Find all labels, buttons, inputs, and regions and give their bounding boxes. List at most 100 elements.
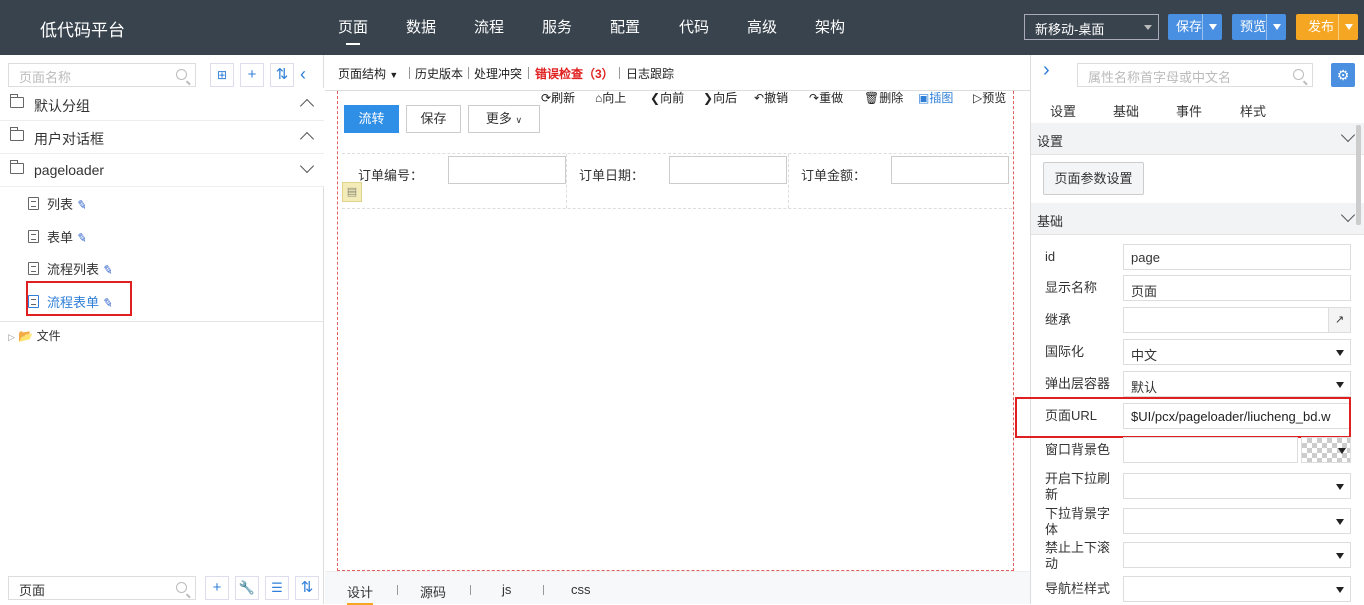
tool-delete[interactable]: 🗑删除 [864,89,903,106]
tab-css[interactable]: css [571,582,591,597]
link-arrow-icon[interactable]: ↗ [1328,308,1350,332]
flow-button[interactable]: 流转 [344,105,399,133]
inherit-input[interactable]: ↗ [1123,307,1351,333]
pull-bg-font-select[interactable] [1123,508,1351,534]
tab-style[interactable]: 样式 [1240,101,1266,120]
edit-icon[interactable]: ✎ [76,197,88,213]
separator [528,67,529,79]
edit-icon[interactable]: ✎ [76,230,88,246]
nav-item-config[interactable]: 配置 [610,16,640,37]
tool-undo[interactable]: ↶撤销 [754,89,788,106]
chevron-down-icon[interactable] [299,158,315,174]
nav-item-flow[interactable]: 流程 [474,16,504,37]
conflict-link[interactable]: 处理冲突 [474,65,522,82]
tool-refresh[interactable]: ⟳刷新 [541,89,575,106]
id-input[interactable]: page [1123,244,1351,270]
tool-redo[interactable]: ↷重做 [809,89,843,106]
publish-button[interactable]: 发布 [1296,14,1358,40]
add-page-button[interactable]: + [240,63,264,87]
form-save-button[interactable]: 保存 [406,105,461,133]
section-basic[interactable]: 基础 [1031,203,1364,235]
chevron-down-icon[interactable] [1340,207,1356,223]
caret-right-icon: ▷ [8,332,15,342]
order-no-input[interactable] [448,156,566,184]
page-params-button[interactable]: 页面参数设置 [1043,162,1144,195]
tab-settings[interactable]: 设置 [1050,101,1076,120]
group-user-dialog[interactable]: 用户对话框 [0,121,324,154]
preview-dropdown-icon[interactable] [1266,14,1286,40]
list-order-icon: ☰ [271,580,283,595]
add-folder-button[interactable]: ⊞ [210,63,234,87]
gear-icon[interactable]: ⚙ [1331,63,1355,87]
tool-backward[interactable]: ❯向后 [703,89,737,106]
prop-disable-scroll: 禁止上下滚动 [1031,539,1364,575]
tab-events[interactable]: 事件 [1176,101,1202,120]
pull-refresh-select[interactable] [1123,473,1351,499]
section-settings[interactable]: 设置 [1031,123,1364,155]
add-button[interactable]: + [205,576,229,600]
folder-files[interactable]: ▷ 📂 文件 [8,327,61,344]
preview-button[interactable]: 预览 [1232,14,1286,40]
bottom-search-input[interactable]: 页面 [8,576,196,600]
separator [619,67,620,79]
publish-dropdown-icon[interactable] [1338,14,1358,40]
navbar-style-select[interactable] [1123,576,1351,602]
nav-item-data[interactable]: 数据 [406,16,436,37]
sort-button[interactable]: ⇅ [270,63,294,87]
sort-icon: ⇅ [300,579,314,596]
prop-label: 继承 [1045,312,1072,327]
tool-preview[interactable]: ▷预览 [973,89,1006,106]
tab-source[interactable]: 源码 [420,582,446,601]
search-icon [176,582,187,593]
window-bg-input[interactable] [1123,437,1298,463]
order-amount-input[interactable] [891,156,1009,184]
nav-item-service[interactable]: 服务 [542,16,572,37]
save-dropdown-icon[interactable] [1202,14,1222,40]
i18n-select[interactable]: 中文 [1123,339,1351,365]
nav-item-page[interactable]: 页面 [338,16,368,45]
group-default[interactable]: 默认分组 [0,88,324,121]
disable-scroll-select[interactable] [1123,542,1351,568]
error-check-link[interactable]: 错误检查（3） [535,65,614,82]
chevron-down-icon[interactable] [1340,127,1356,143]
page-label: 列表 [47,197,74,212]
nav-item-advanced[interactable]: 高级 [747,16,777,37]
design-canvas[interactable]: ⟳刷新 ⌂向上 ❮向前 ❯向后 ↶撤销 ↷重做 🗑删除 ▣插图 ▷预览 流转 保… [337,91,1014,571]
property-search-placeholder: 属性名称首字母或中文名 [1088,70,1232,85]
more-button[interactable]: 更多 ∨ [468,105,540,133]
tool-up[interactable]: ⌂向上 [595,89,626,106]
sort-bottom-button[interactable]: ⇅ [295,576,319,600]
page-label: 表单 [47,230,74,245]
popup-container-select[interactable]: 默认 [1123,371,1351,397]
tab-js[interactable]: js [502,582,511,597]
page-search-input[interactable]: 页面名称 [8,63,196,87]
tab-design[interactable]: 设计 [347,582,374,605]
property-search-input[interactable]: 属性名称首字母或中文名 [1077,63,1313,87]
nav-item-architecture[interactable]: 架构 [815,16,845,37]
list-order-button[interactable]: ☰ [265,576,289,600]
color-picker[interactable] [1301,437,1351,463]
scrollbar[interactable] [1356,125,1361,225]
group-pageloader[interactable]: pageloader [0,154,324,187]
tool-insert-image[interactable]: ▣插图 [918,89,953,106]
tool-forward[interactable]: ❮向前 [650,89,684,106]
page-structure-menu[interactable]: 页面结构 ▼ [338,65,398,82]
order-date-input[interactable] [669,156,787,184]
display-name-input[interactable]: 页面 [1123,275,1351,301]
nav-item-code[interactable]: 代码 [679,16,709,37]
tab-basic[interactable]: 基础 [1113,101,1139,120]
chevron-up-icon[interactable] [299,98,315,114]
expand-right-icon[interactable]: › [1043,59,1050,82]
history-link[interactable]: 历史版本 [415,65,463,82]
edit-icon[interactable]: ✎ [102,262,114,278]
open-folder-icon: 📂 [18,329,34,343]
prop-i18n: 国际化 中文 [1031,336,1364,368]
collapse-left-icon[interactable]: ‹ [300,63,316,87]
component-marker-icon[interactable]: ▤ [342,182,362,202]
tool-button[interactable]: 🔧 [235,576,259,600]
chevron-up-icon[interactable] [299,131,315,147]
save-button[interactable]: 保存 [1168,14,1222,40]
environment-select[interactable]: 新移动-桌面 [1024,14,1159,40]
log-trace-link[interactable]: 日志跟踪 [626,65,674,82]
publish-label: 发布 [1308,19,1335,34]
